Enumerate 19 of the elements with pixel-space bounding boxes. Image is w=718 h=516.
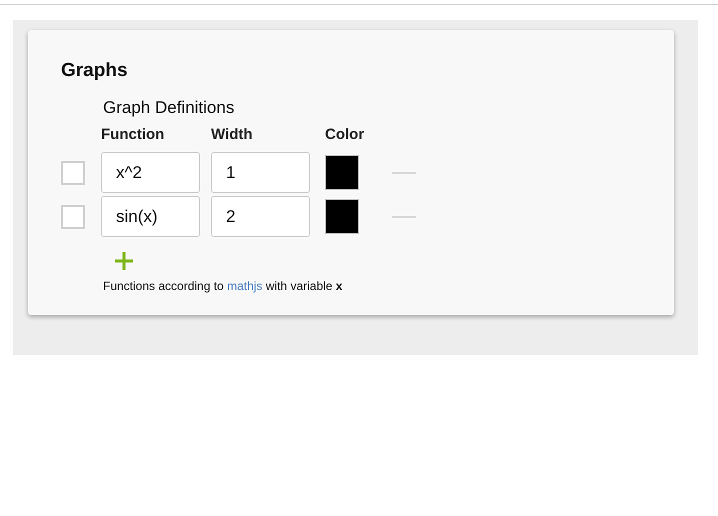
minus-icon bbox=[392, 216, 416, 218]
minus-icon bbox=[392, 172, 416, 174]
checkbox[interactable] bbox=[61, 204, 85, 228]
function-field[interactable]: sin(x) bbox=[101, 196, 200, 237]
column-header: Function bbox=[101, 126, 164, 143]
width-field[interactable]: 1 bbox=[211, 152, 310, 193]
checkbox[interactable] bbox=[61, 160, 85, 184]
section-subtitle: Graph Definitions bbox=[103, 98, 236, 118]
add-button[interactable] bbox=[114, 251, 134, 271]
column-header: Color bbox=[325, 126, 364, 143]
width-field[interactable]: 2 bbox=[211, 196, 310, 237]
function-field[interactable]: x^2 bbox=[101, 152, 200, 193]
color-swatch[interactable] bbox=[325, 199, 359, 234]
mathjs-link[interactable]: mathjs bbox=[227, 279, 262, 293]
color-swatch[interactable] bbox=[325, 155, 359, 190]
column-header: Width bbox=[211, 126, 253, 143]
help-text: Functions according to mathjs with variable x bbox=[103, 279, 344, 293]
plus-icon bbox=[114, 251, 134, 271]
section-title: Graphs bbox=[61, 60, 129, 82]
